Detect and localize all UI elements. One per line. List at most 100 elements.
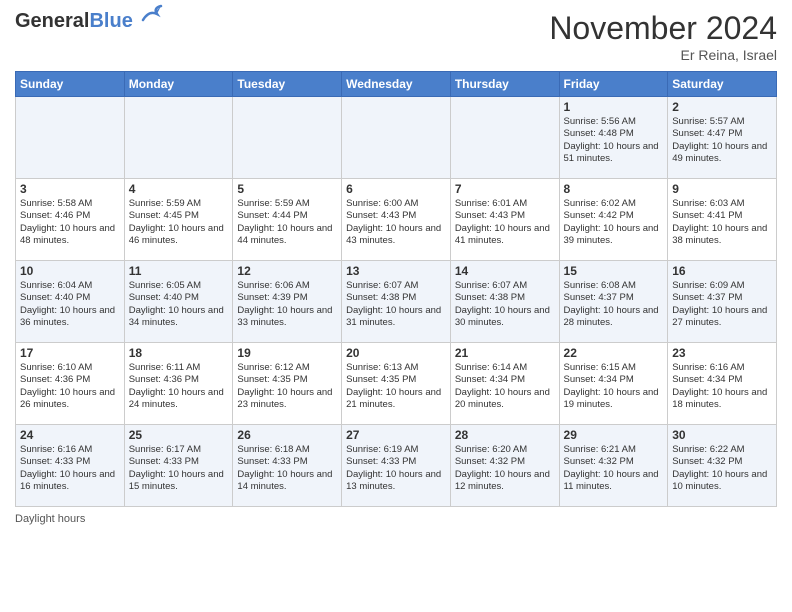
day-info: Sunrise: 6:13 AM — [346, 362, 446, 374]
legend: Daylight hours — [15, 513, 777, 525]
day-info: Daylight: 10 hours and 36 minutes. — [20, 305, 120, 330]
calendar-cell: 14 Sunrise: 6:07 AMSunset: 4:38 PMDayligh… — [450, 261, 559, 343]
day-info: Sunset: 4:33 PM — [129, 456, 229, 468]
day-info: Daylight: 10 hours and 39 minutes. — [564, 223, 664, 248]
calendar: SundayMondayTuesdayWednesdayThursdayFrid… — [15, 71, 777, 507]
calendar-cell: 16Sunrise: 6:09 AMSunset: 4:37 PMDayligh… — [668, 261, 777, 343]
calendar-header-tuesday: Tuesday — [233, 72, 342, 97]
calendar-cell: 24Sunrise: 6:16 AMSunset: 4:33 PMDayligh… — [16, 425, 125, 507]
day-number: 8 — [564, 182, 664, 196]
day-number: 22 — [564, 346, 664, 360]
day-info: Sunset: 4:38 PM — [455, 292, 555, 304]
day-info: Sunset: 4:32 PM — [672, 456, 772, 468]
day-info: Sunset: 4:32 PM — [564, 456, 664, 468]
calendar-header-saturday: Saturday — [668, 72, 777, 97]
day-info: Sunrise: 6:09 AM — [672, 280, 772, 292]
calendar-cell: 4Sunrise: 5:59 AMSunset: 4:45 PMDaylight… — [124, 179, 233, 261]
logo-general-text: General — [15, 10, 89, 32]
day-info: Sunrise: 6:16 AM — [672, 362, 772, 374]
daylight-label: Daylight hours — [15, 513, 85, 525]
day-info: Sunrise: 6:16 AM — [20, 444, 120, 456]
day-info: Sunset: 4:33 PM — [20, 456, 120, 468]
calendar-cell: 13Sunrise: 6:07 AMSunset: 4:38 PMDayligh… — [342, 261, 451, 343]
day-info: Sunset: 4:34 PM — [455, 374, 555, 386]
day-info: Daylight: 10 hours and 30 minutes. — [455, 305, 555, 330]
day-info: Sunset: 4:42 PM — [564, 210, 664, 222]
day-number: 4 — [129, 182, 229, 196]
day-info: Sunrise: 5:57 AM — [672, 116, 772, 128]
calendar-cell: 18Sunrise: 6:11 AMSunset: 4:36 PMDayligh… — [124, 343, 233, 425]
calendar-cell: 6Sunrise: 6:00 AMSunset: 4:43 PMDaylight… — [342, 179, 451, 261]
day-number: 9 — [672, 182, 772, 196]
day-info: Daylight: 10 hours and 26 minutes. — [20, 387, 120, 412]
day-info: Sunset: 4:32 PM — [455, 456, 555, 468]
calendar-cell: 30Sunrise: 6:22 AMSunset: 4:32 PMDayligh… — [668, 425, 777, 507]
day-info: Daylight: 10 hours and 27 minutes. — [672, 305, 772, 330]
calendar-week-1: 1Sunrise: 5:56 AMSunset: 4:48 PMDaylight… — [16, 97, 777, 179]
calendar-cell: 11Sunrise: 6:05 AMSunset: 4:40 PMDayligh… — [124, 261, 233, 343]
location: Er Reina, Israel — [549, 47, 777, 63]
calendar-cell: 7Sunrise: 6:01 AMSunset: 4:43 PMDaylight… — [450, 179, 559, 261]
day-info: Daylight: 10 hours and 24 minutes. — [129, 387, 229, 412]
calendar-header-monday: Monday — [124, 72, 233, 97]
day-number: 20 — [346, 346, 446, 360]
calendar-week-3: 10Sunrise: 6:04 AMSunset: 4:40 PMDayligh… — [16, 261, 777, 343]
day-number: 11 — [129, 264, 229, 278]
logo-general: GeneralBlue — [15, 10, 133, 32]
day-info: Daylight: 10 hours and 14 minutes. — [237, 469, 337, 494]
day-info: Sunset: 4:33 PM — [237, 456, 337, 468]
calendar-header-wednesday: Wednesday — [342, 72, 451, 97]
day-number: 6 — [346, 182, 446, 196]
day-info: Sunrise: 6:14 AM — [455, 362, 555, 374]
day-info: Sunrise: 6:07 AM — [455, 280, 555, 292]
calendar-cell: 2Sunrise: 5:57 AMSunset: 4:47 PMDaylight… — [668, 97, 777, 179]
day-info: Sunset: 4:43 PM — [346, 210, 446, 222]
day-info: Daylight: 10 hours and 41 minutes. — [455, 223, 555, 248]
day-info: Sunrise: 6:06 AM — [237, 280, 337, 292]
calendar-cell: 12Sunrise: 6:06 AMSunset: 4:39 PMDayligh… — [233, 261, 342, 343]
day-info: Sunset: 4:45 PM — [129, 210, 229, 222]
day-info: Sunset: 4:47 PM — [672, 128, 772, 140]
day-info: Sunset: 4:41 PM — [672, 210, 772, 222]
calendar-header-thursday: Thursday — [450, 72, 559, 97]
day-number: 17 — [20, 346, 120, 360]
day-info: Sunset: 4:40 PM — [129, 292, 229, 304]
day-info: Sunset: 4:44 PM — [237, 210, 337, 222]
day-info: Sunrise: 5:56 AM — [564, 116, 664, 128]
logo: GeneralBlue — [15, 10, 165, 32]
calendar-cell: 19Sunrise: 6:12 AMSunset: 4:35 PMDayligh… — [233, 343, 342, 425]
day-info: Daylight: 10 hours and 28 minutes. — [564, 305, 664, 330]
calendar-cell: 8 Sunrise: 6:02 AMSunset: 4:42 PMDaylight… — [559, 179, 668, 261]
calendar-cell: 1Sunrise: 5:56 AMSunset: 4:48 PMDaylight… — [559, 97, 668, 179]
day-info: Sunset: 4:38 PM — [346, 292, 446, 304]
day-info: Sunset: 4:36 PM — [20, 374, 120, 386]
day-info: Sunset: 4:48 PM — [564, 128, 664, 140]
calendar-cell: 9Sunrise: 6:03 AMSunset: 4:41 PMDaylight… — [668, 179, 777, 261]
day-info: Daylight: 10 hours and 43 minutes. — [346, 223, 446, 248]
calendar-header-sunday: Sunday — [16, 72, 125, 97]
day-number: 14 — [455, 264, 555, 278]
day-info: Sunset: 4:46 PM — [20, 210, 120, 222]
day-info: Sunrise: 6:02 AM — [564, 198, 664, 210]
day-number: 5 — [237, 182, 337, 196]
calendar-cell: 25Sunrise: 6:17 AMSunset: 4:33 PMDayligh… — [124, 425, 233, 507]
day-number: 28 — [455, 428, 555, 442]
day-info: Sunset: 4:37 PM — [564, 292, 664, 304]
day-info: Sunrise: 6:11 AM — [129, 362, 229, 374]
calendar-cell — [450, 97, 559, 179]
month-title: November 2024 — [549, 10, 777, 47]
day-info: Sunrise: 6:22 AM — [672, 444, 772, 456]
day-number: 26 — [237, 428, 337, 442]
calendar-cell: 10Sunrise: 6:04 AMSunset: 4:40 PMDayligh… — [16, 261, 125, 343]
day-info: Sunrise: 5:59 AM — [237, 198, 337, 210]
calendar-cell: 21Sunrise: 6:14 AMSunset: 4:34 PMDayligh… — [450, 343, 559, 425]
day-info: Daylight: 10 hours and 19 minutes. — [564, 387, 664, 412]
day-info: Sunrise: 5:59 AM — [129, 198, 229, 210]
calendar-header-friday: Friday — [559, 72, 668, 97]
day-info: Sunset: 4:35 PM — [346, 374, 446, 386]
day-info: Daylight: 10 hours and 34 minutes. — [129, 305, 229, 330]
day-info: Daylight: 10 hours and 44 minutes. — [237, 223, 337, 248]
day-number: 15 — [564, 264, 664, 278]
day-info: Sunrise: 6:12 AM — [237, 362, 337, 374]
day-info: Sunset: 4:43 PM — [455, 210, 555, 222]
